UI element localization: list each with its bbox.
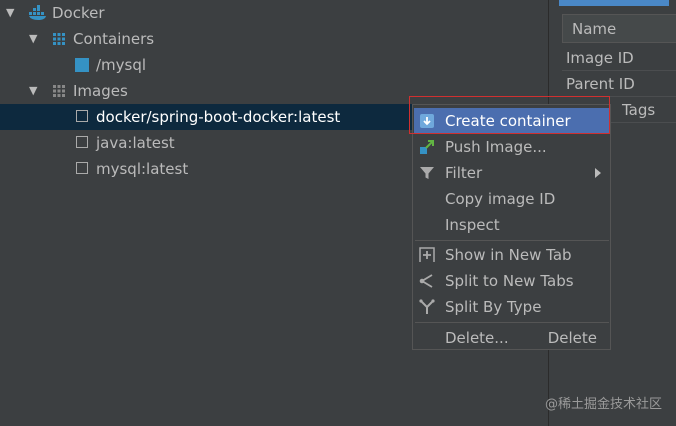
split-tabs-icon — [419, 274, 433, 288]
image-icon — [76, 136, 88, 148]
expand-arrow-icon[interactable]: ▼ — [29, 78, 37, 104]
context-menu: Create container Push Image... Filter Co… — [412, 104, 611, 350]
images-grid-icon — [53, 85, 65, 97]
tree-item-image[interactable]: java:latest — [0, 130, 300, 156]
active-tab-indicator — [559, 0, 669, 6]
menu-item-label: Show in New Tab — [445, 246, 572, 264]
image-label: mysql:latest — [96, 160, 189, 178]
properties-header[interactable]: Name — [562, 14, 676, 43]
tree-item-image[interactable]: mysql:latest — [0, 156, 300, 182]
push-icon — [420, 140, 434, 154]
tree-label-docker: Docker — [52, 4, 105, 22]
expand-arrow-icon[interactable]: ▼ — [29, 26, 37, 52]
menu-item-label: Split By Type — [445, 298, 542, 316]
menu-item-show-in-new-tab[interactable]: Show in New Tab — [414, 242, 609, 268]
menu-item-inspect[interactable]: Inspect — [414, 212, 609, 238]
image-label: java:latest — [96, 134, 175, 152]
menu-item-split-to-new-tabs[interactable]: Split to New Tabs — [414, 268, 609, 294]
tree-item-container[interactable]: /mysql — [0, 52, 300, 78]
image-icon — [76, 110, 88, 122]
create-container-icon — [420, 114, 434, 128]
tree-label-images: Images — [73, 82, 128, 100]
new-tab-icon — [419, 247, 435, 262]
container-label: /mysql — [96, 56, 147, 74]
menu-separator — [415, 240, 609, 241]
tree-node-images[interactable]: ▼ Images — [0, 78, 300, 104]
tree-node-containers[interactable]: ▼ Containers — [0, 26, 300, 52]
menu-item-label: Filter — [445, 164, 483, 182]
tree-node-docker[interactable]: ▼ Docker — [0, 0, 300, 26]
menu-item-label: Create container — [445, 112, 571, 130]
menu-item-label: Copy image ID — [445, 190, 556, 208]
tree-label-containers: Containers — [73, 30, 155, 48]
menu-item-push-image[interactable]: Push Image... — [414, 134, 609, 160]
docker-whale-icon — [29, 5, 46, 20]
image-icon — [76, 162, 88, 174]
image-label: docker/spring-boot-docker:latest — [96, 108, 341, 126]
property-row[interactable]: Parent ID — [562, 71, 676, 97]
submenu-arrow-icon — [595, 168, 601, 178]
filter-icon — [420, 167, 434, 179]
containers-grid-icon — [53, 33, 65, 45]
menu-item-split-by-type[interactable]: Split By Type — [414, 294, 609, 320]
menu-item-filter[interactable]: Filter — [414, 160, 609, 186]
menu-item-shortcut: Delete — [547, 329, 597, 347]
menu-separator — [415, 322, 609, 323]
split-type-icon — [419, 299, 435, 314]
container-running-icon — [75, 58, 89, 72]
watermark: @稀土掘金技术社区 — [544, 397, 662, 412]
menu-item-label: Delete... — [445, 329, 509, 347]
expand-arrow-icon[interactable]: ▼ — [6, 0, 14, 26]
menu-item-label: Push Image... — [445, 138, 547, 156]
menu-item-copy-image-id[interactable]: Copy image ID — [414, 186, 609, 212]
menu-item-delete[interactable]: Delete... Delete — [414, 325, 609, 351]
menu-item-label: Split to New Tabs — [445, 272, 574, 290]
menu-item-label: Inspect — [445, 216, 500, 234]
menu-item-create-container[interactable]: Create container — [414, 108, 609, 134]
property-row[interactable]: Image ID — [562, 45, 676, 71]
